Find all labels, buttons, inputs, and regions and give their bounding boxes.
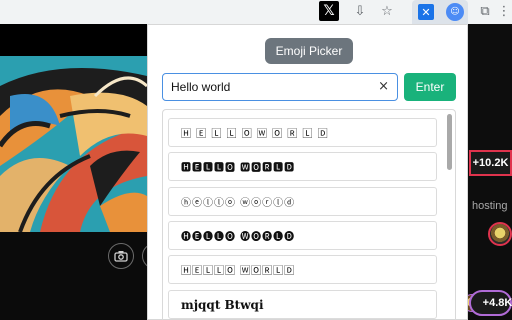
enter-button[interactable]: Enter bbox=[404, 73, 456, 101]
list-item[interactable]: 🅷🅴🅻🅻🅾 🆆🅾🆁🅻🅳 bbox=[168, 152, 437, 181]
background-artwork-image bbox=[0, 56, 147, 232]
search-box: × bbox=[162, 73, 398, 101]
more-menu-icon[interactable]: ⋮ bbox=[498, 1, 511, 21]
results-list: 🄷 🄴 🄻 🄻 🄾 🅆 🄾 🅁 🄻 🄳 🅷🅴🅻🅻🅾 🆆🅾🆁🅻🅳 ⓗⓔⓛⓛⓞ ⓦⓞ… bbox=[162, 109, 456, 320]
list-item[interactable]: 🄷 🄴 🄻 🄻 🄾 🅆 🄾 🅁 🄻 🄳 bbox=[168, 118, 437, 147]
install-icon[interactable]: ⇩ bbox=[350, 1, 370, 21]
camera-icon bbox=[114, 251, 128, 262]
count-badge-bottom: +4.8K bbox=[469, 290, 512, 316]
scrollbar[interactable] bbox=[447, 114, 452, 170]
emoji-picker-popup: Emoji Picker × Enter 🄷 🄴 🄻 🄻 🄾 🅆 🄾 🅁 🄻 🄳… bbox=[147, 24, 468, 320]
avatar[interactable] bbox=[488, 222, 512, 246]
abstract-art-image bbox=[0, 56, 147, 232]
screenshot-button[interactable] bbox=[108, 243, 134, 269]
bookmark-star-icon[interactable]: ☆ bbox=[377, 1, 397, 21]
side-label: hosting bbox=[472, 200, 508, 212]
search-input[interactable] bbox=[171, 78, 367, 96]
list-item[interactable]: mjqqt Btwqi bbox=[168, 290, 437, 319]
list-item[interactable]: ⓗⓔⓛⓛⓞ ⓦⓞⓡⓛⓓ bbox=[168, 187, 437, 216]
count-badge-top: +10.2K bbox=[469, 150, 512, 176]
twitter-extension-icon[interactable]: ✕ bbox=[418, 4, 434, 20]
popup-title: Emoji Picker bbox=[265, 38, 353, 64]
extensions-puzzle-icon[interactable]: ⧉ bbox=[476, 1, 494, 21]
emoji-extension-icon[interactable]: ☺ bbox=[446, 3, 464, 21]
x-logo-icon[interactable]: 𝕏 bbox=[319, 1, 339, 21]
list-item[interactable]: 🄷🄴🄻🄻🄾 🅆🄾🅁🄻🄳 bbox=[168, 255, 437, 284]
list-item[interactable]: 🅗🅔🅛🅛🅞 🅦🅞🅡🅛🅓 bbox=[168, 221, 437, 250]
clear-icon[interactable]: × bbox=[378, 79, 389, 94]
